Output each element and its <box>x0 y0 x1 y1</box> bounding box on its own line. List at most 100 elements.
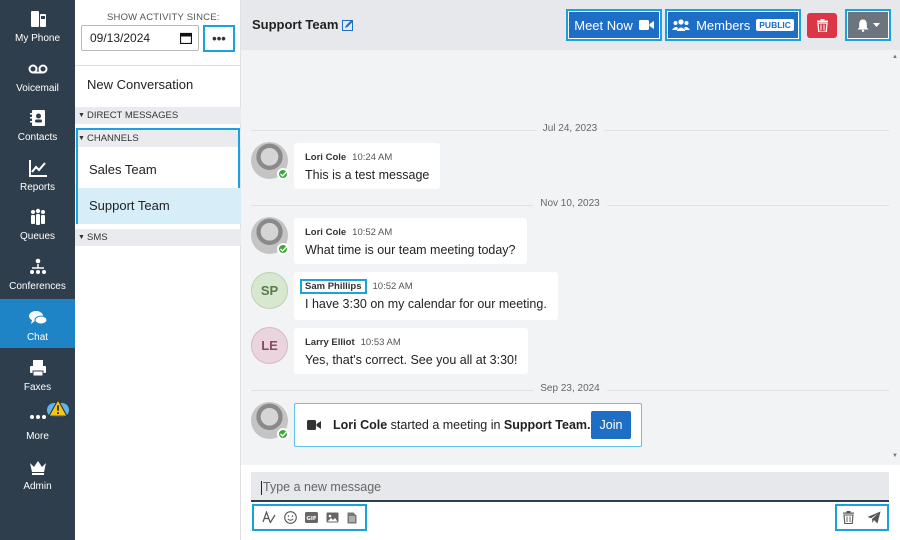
date-value: 09/13/2024 <box>90 31 151 45</box>
delete-channel-button[interactable] <box>807 13 837 38</box>
message-bubble: Larry Elliot 10:53 AM Yes, that's correct… <box>294 328 529 374</box>
channel-title: Support Team <box>252 17 339 32</box>
send-icon[interactable] <box>867 511 881 524</box>
video-camera-icon <box>307 420 321 430</box>
conversation-list-panel: SHOW ACTIVITY SINCE: 09/13/2024 ••• New … <box>75 0 242 540</box>
avatar[interactable] <box>251 217 289 255</box>
section-direct-messages[interactable]: ▼ DIRECT MESSAGES <box>75 107 241 124</box>
date-label: Jul 24, 2023 <box>535 123 605 134</box>
send-actions <box>835 504 889 531</box>
message-meta: Sam Phillips 10:52 AM <box>300 279 547 294</box>
nav-more[interactable]: More <box>0 398 75 447</box>
show-activity-label: SHOW ACTIVITY SINCE: <box>107 12 220 23</box>
video-camera-icon <box>638 20 654 30</box>
avatar-initials: SP <box>251 272 288 309</box>
nav-label: My Phone <box>14 33 61 44</box>
message-bubble: Lori Cole 10:52 AM What time is our team … <box>294 218 527 264</box>
queues-icon <box>30 208 45 225</box>
scroll-down-arrow-icon[interactable]: ▼ <box>892 453 898 459</box>
text-format-icon[interactable] <box>262 511 276 524</box>
channel-header: Support Team Meet Now Members PUBLIC <box>241 0 900 50</box>
nav-label: Chat <box>26 332 49 343</box>
gif-icon[interactable]: GIF <box>305 512 318 523</box>
message-text: This is a test message <box>305 168 430 182</box>
scrollbar[interactable]: ▲ ▼ <box>890 50 900 465</box>
emoji-icon[interactable] <box>284 511 297 524</box>
divider <box>75 65 241 66</box>
message-meta: Lori Cole 10:24 AM <box>305 152 429 163</box>
image-icon[interactable] <box>326 512 339 523</box>
chat-icon <box>28 311 47 325</box>
scroll-up-arrow-icon[interactable]: ▲ <box>892 54 898 60</box>
section-sms[interactable]: ▼ SMS <box>75 229 241 246</box>
channel-sales-team[interactable]: Sales Team <box>78 152 242 188</box>
message-area: ▲ ▼ Jul 24, 2023 Lori Cole 10:24 AM This … <box>241 50 900 465</box>
avatar[interactable] <box>251 142 289 180</box>
message-text: I have 3:30 on my calendar for our meeti… <box>305 297 547 311</box>
join-meeting-button[interactable]: Join <box>591 411 631 439</box>
bell-icon <box>857 19 868 32</box>
message-time: 10:24 AM <box>352 152 393 163</box>
discard-trash-icon[interactable] <box>843 511 855 524</box>
caret-down-icon: ▼ <box>78 112 85 119</box>
warning-badge <box>47 398 69 417</box>
voicemail-icon <box>28 64 47 74</box>
date-label: Nov 10, 2023 <box>533 198 607 209</box>
admin-crown-icon <box>29 461 46 475</box>
meeting-notice: Lori Cole started a meeting in Support T… <box>294 403 642 447</box>
nav-conferences[interactable]: Conferences <box>0 248 75 297</box>
avatar[interactable]: SP <box>251 272 288 309</box>
sender-name[interactable]: Lori Cole <box>305 227 346 238</box>
nav-label: Voicemail <box>16 83 59 94</box>
avatar[interactable]: LE <box>251 327 288 364</box>
members-label: Members <box>696 17 751 33</box>
message-bubble: Sam Phillips 10:52 AM I have 3:30 on my c… <box>294 272 558 320</box>
message-meta: Lori Cole 10:52 AM <box>305 227 516 238</box>
sender-name[interactable]: Larry Elliot <box>305 337 355 348</box>
message-text: Yes, that's correct. See you all at 3:30… <box>305 353 518 367</box>
date-label: Sep 23, 2024 <box>533 383 607 394</box>
nav-chat[interactable]: Chat <box>0 299 75 348</box>
meeting-channel: Support Team. <box>503 418 591 432</box>
svg-text:GIF: GIF <box>306 516 317 522</box>
message-bubble: Lori Cole 10:24 AM This is a test message <box>294 143 441 189</box>
meeting-middle: started a meeting in <box>387 418 504 432</box>
caret-down-icon: ▼ <box>78 234 85 241</box>
formatting-toolbar: GIF <box>252 504 367 531</box>
message-input[interactable]: Type a new message <box>251 472 889 502</box>
sender-name[interactable]: Lori Cole <box>305 152 346 163</box>
chevron-down-icon <box>872 22 880 27</box>
avatar[interactable] <box>251 402 289 440</box>
contacts-icon <box>29 110 45 126</box>
edit-pencil-icon[interactable] <box>342 19 354 31</box>
nav-queues[interactable]: Queues <box>0 198 75 247</box>
attach-file-icon[interactable] <box>347 512 357 524</box>
nav-label: Conferences <box>9 281 66 292</box>
meet-now-label: Meet Now <box>574 17 633 33</box>
channel-support-team[interactable]: Support Team <box>78 188 242 224</box>
online-status-icon <box>277 243 289 255</box>
date-divider: Jul 24, 2023 <box>251 123 889 137</box>
message-placeholder: Type a new message <box>263 480 382 494</box>
nav-label: More <box>26 431 49 442</box>
notifications-button[interactable] <box>845 9 891 41</box>
nav-reports[interactable]: Reports <box>0 149 75 198</box>
message-composer: Type a new message GIF <box>241 465 900 540</box>
phone-icon <box>30 11 46 27</box>
nav-admin[interactable]: Admin <box>0 448 75 497</box>
users-icon <box>672 19 691 31</box>
more-options-button[interactable]: ••• <box>203 25 235 52</box>
sender-name[interactable]: Sam Phillips <box>300 279 367 294</box>
nav-voicemail[interactable]: Voicemail <box>0 50 75 99</box>
nav-contacts[interactable]: Contacts <box>0 99 75 148</box>
new-conversation-link[interactable]: New Conversation <box>87 77 193 92</box>
section-label: SMS <box>87 232 108 243</box>
nav-faxes[interactable]: Faxes <box>0 349 75 398</box>
more-icon <box>29 415 46 419</box>
members-button[interactable]: Members PUBLIC <box>665 9 801 41</box>
activity-date-input[interactable]: 09/13/2024 <box>81 25 199 51</box>
meet-now-button[interactable]: Meet Now <box>566 9 662 41</box>
nav-my-phone[interactable]: My Phone <box>0 0 75 49</box>
text-cursor <box>261 480 262 495</box>
calendar-icon[interactable] <box>180 32 192 44</box>
